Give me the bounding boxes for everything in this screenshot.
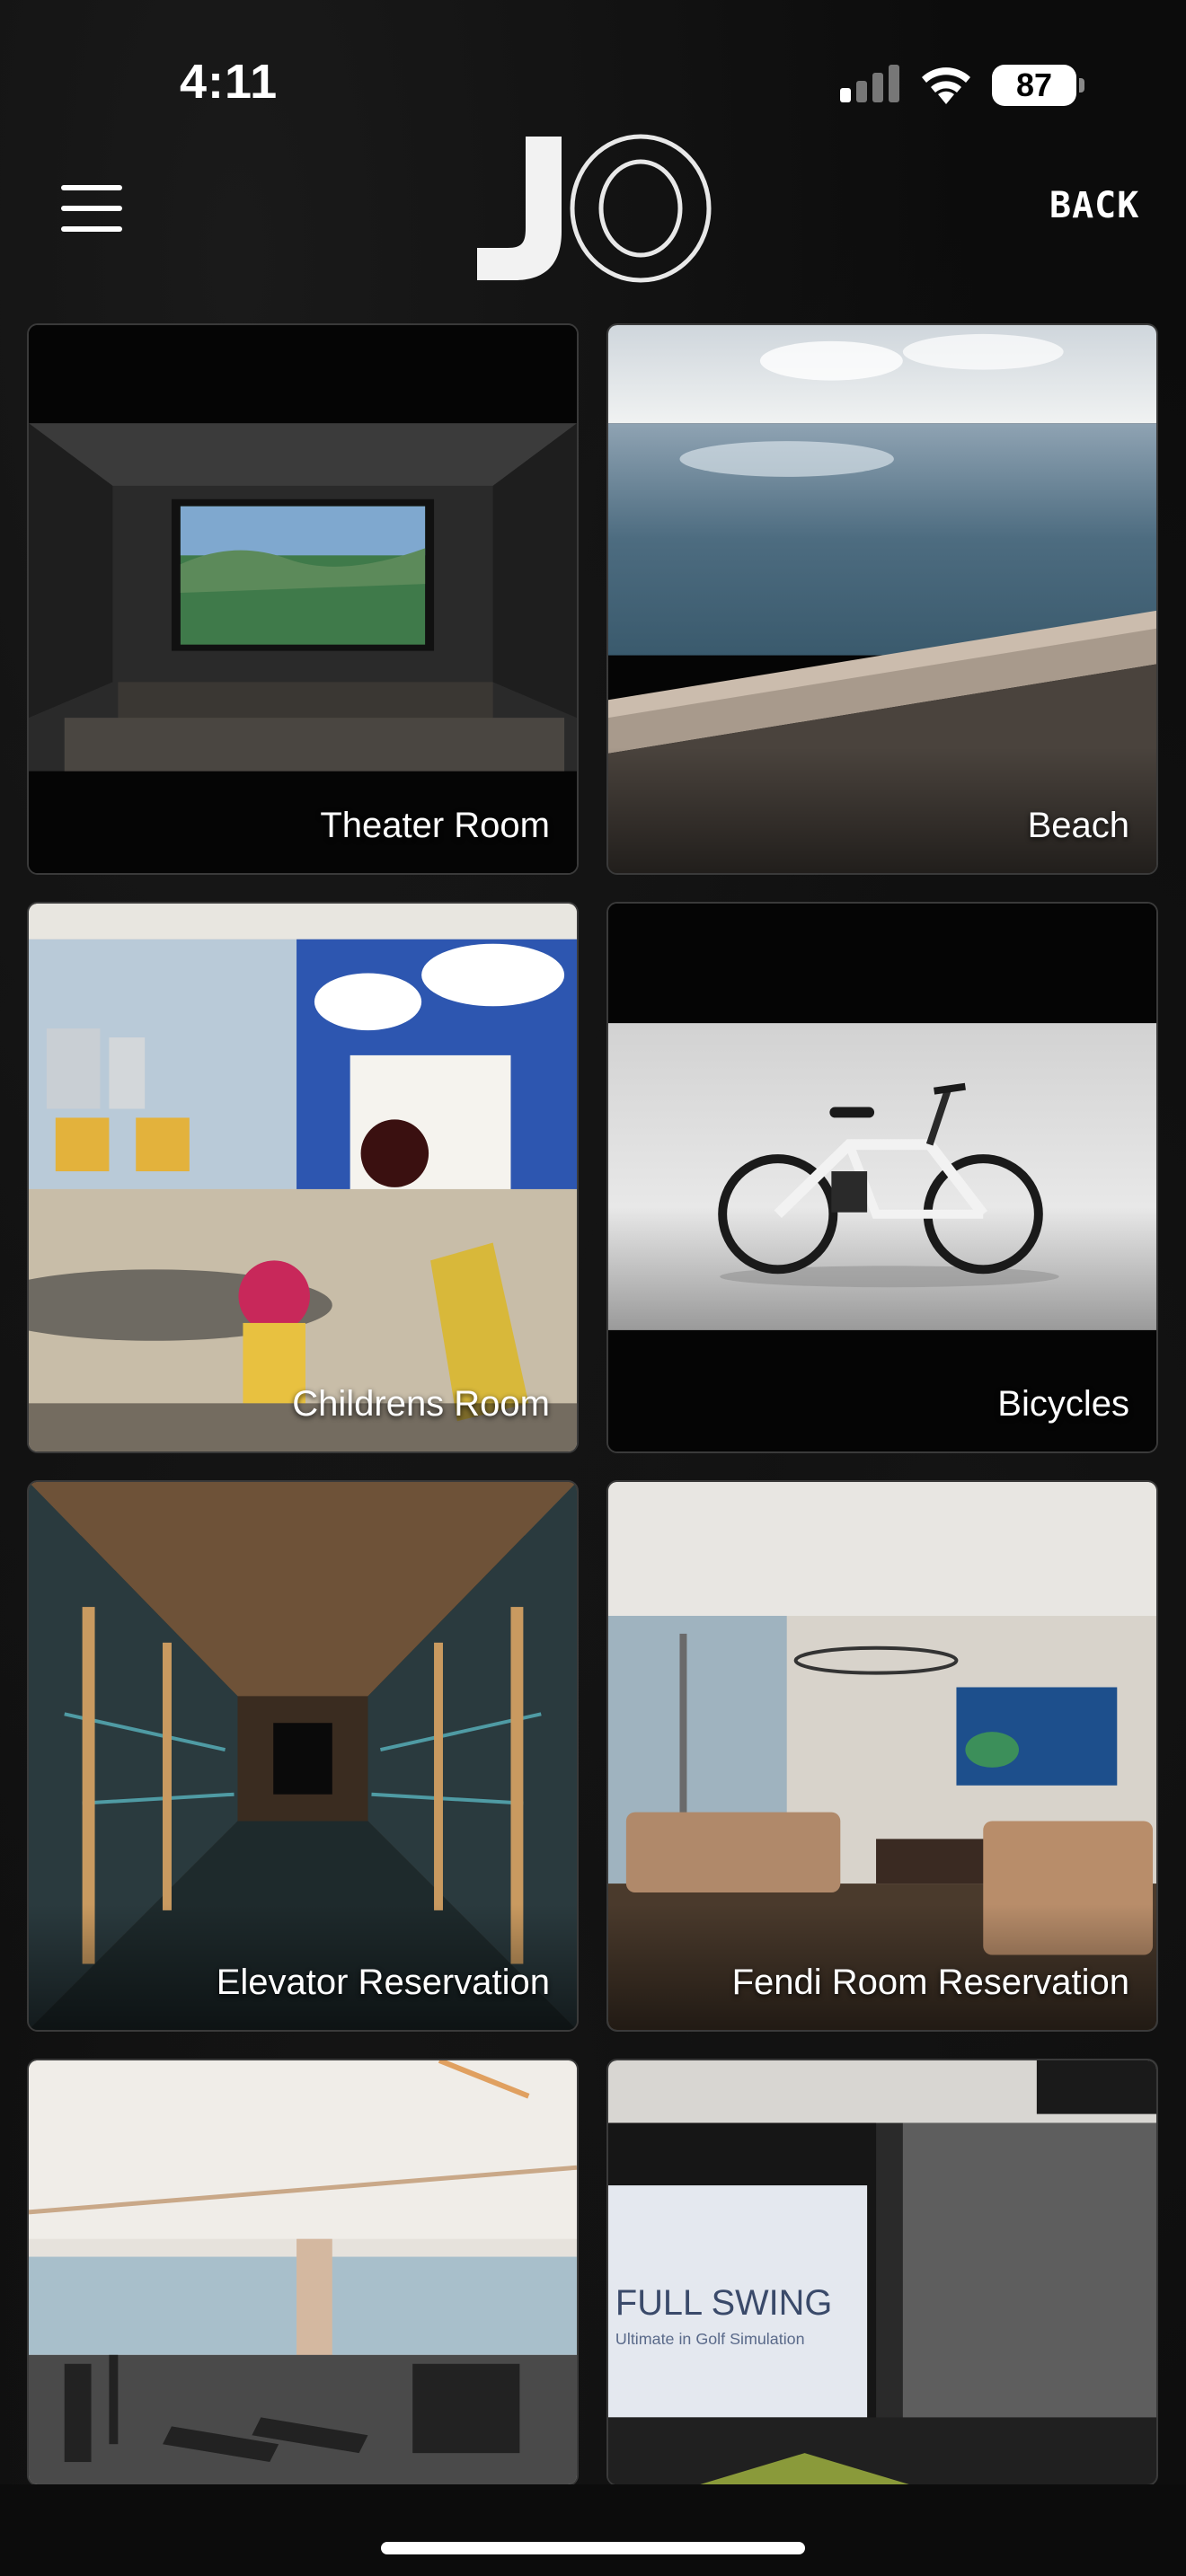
theater-room-image <box>29 325 577 873</box>
tile-beach[interactable]: Beach <box>606 323 1158 875</box>
childrens-room-image <box>29 904 577 1451</box>
tile-label: Beach <box>1027 806 1129 845</box>
bottom-bar <box>0 2484 1186 2576</box>
tile-label: Childrens Room <box>292 1384 550 1424</box>
tile-fendi-room-reservation[interactable]: Fendi Room Reservation <box>606 1480 1158 2032</box>
golf-screen-subtitle: Ultimate in Golf Simulation <box>615 2330 805 2348</box>
golf-screen-title: FULL SWING <box>615 2283 832 2323</box>
tile-label: Theater Room <box>320 806 550 845</box>
tile-childrens-room[interactable]: Childrens Room <box>27 902 579 1453</box>
tile-elevator-reservation[interactable]: Elevator Reservation <box>27 1480 579 2032</box>
tile-label: Fendi Room Reservation <box>731 1963 1129 2002</box>
tile-label: Bicycles <box>997 1384 1129 1424</box>
tile-label: Elevator Reservation <box>216 1963 550 2002</box>
amenities-grid: Theater Room Beach Childrens Room Bicycl… <box>0 0 1186 2576</box>
tile-bicycles[interactable]: Bicycles <box>606 902 1158 1453</box>
golf-simulator-image: FULL SWING Ultimate in Golf Simulation <box>608 2060 1156 2484</box>
tile-golf-simulator[interactable]: FULL SWING Ultimate in Golf Simulation <box>606 2059 1158 2486</box>
tile-theater-room[interactable]: Theater Room <box>27 323 579 875</box>
tile-gym[interactable] <box>27 2059 579 2486</box>
home-indicator[interactable] <box>381 2542 805 2554</box>
bicycles-image <box>608 904 1156 1451</box>
gym-image <box>29 2060 577 2484</box>
